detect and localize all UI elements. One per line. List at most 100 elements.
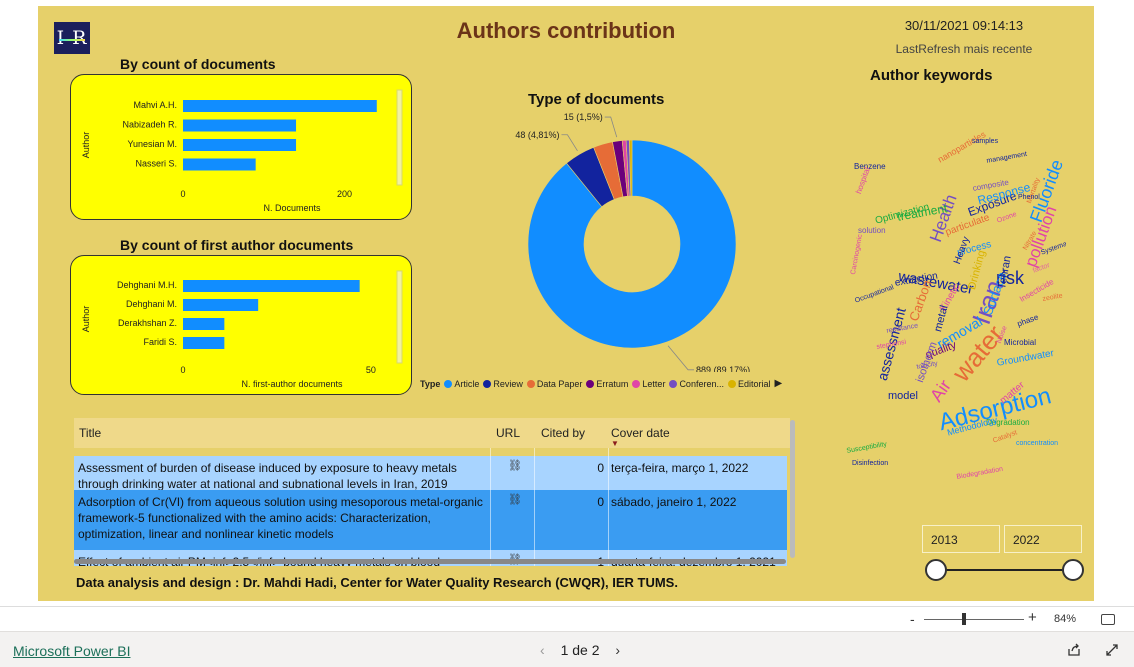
document-type-donut[interactable]: 889 (89,17%) 48 (4,81%) 15 (1,5%) xyxy=(468,110,798,372)
year-end-input[interactable]: 2022 xyxy=(1004,525,1082,553)
page-navigator: ‹ 1 de 2 › xyxy=(540,642,620,658)
fit-to-page-icon[interactable] xyxy=(1101,614,1115,625)
table-row[interactable]: Assessment of burden of disease induced … xyxy=(74,456,787,491)
zoom-bar: - + 84% xyxy=(0,606,1134,631)
category-label: Mahvi A.H. xyxy=(133,100,177,110)
table-row[interactable]: Adsorption of Cr(VI) from aqueous soluti… xyxy=(74,490,787,550)
share-icon[interactable] xyxy=(1067,643,1081,657)
keyword[interactable]: Susceptibility xyxy=(846,441,887,455)
bar[interactable] xyxy=(183,337,225,349)
keyword[interactable]: Catalyst xyxy=(992,429,1018,444)
chart-scrollbar[interactable] xyxy=(396,270,403,364)
by-first-author-chart: Author Dehghani M.H. Dehghani M. Derakhshan… xyxy=(81,270,403,389)
legend-item[interactable]: Conferen... xyxy=(669,379,724,389)
category-label: Nabizadeh R. xyxy=(122,120,177,130)
zoom-slider-track[interactable] xyxy=(924,619,1024,620)
legend-item[interactable]: Data Paper xyxy=(526,378,583,389)
keyword[interactable]: management xyxy=(986,151,1027,165)
next-page-icon[interactable]: › xyxy=(615,642,620,658)
year-slider-start-handle[interactable] xyxy=(925,559,947,581)
row-cited-by: 0 xyxy=(597,461,604,475)
keyword[interactable]: Occupational xyxy=(854,284,895,305)
col-title-header[interactable]: Title xyxy=(79,426,101,440)
keyword[interactable]: Carcinogenic xyxy=(850,234,864,275)
keyword[interactable]: Health xyxy=(926,192,962,245)
keyword[interactable]: Disinfection xyxy=(852,460,888,467)
table-horizontal-scrollbar[interactable] xyxy=(74,559,786,564)
category-label: Dehghani M.H. xyxy=(117,280,177,290)
chart-scrollbar[interactable] xyxy=(396,89,403,186)
bar[interactable] xyxy=(183,318,225,330)
bar[interactable] xyxy=(183,119,297,132)
bar[interactable] xyxy=(183,139,297,151)
keyword[interactable]: Air xyxy=(926,376,956,406)
legend-item[interactable]: Editorial xyxy=(727,379,770,389)
bar[interactable] xyxy=(183,280,360,292)
col-url-header[interactable]: URL xyxy=(496,426,520,440)
category-label: Dehghani M. xyxy=(126,299,177,309)
table-vertical-scrollbar[interactable] xyxy=(790,420,795,558)
legend-title: Type xyxy=(420,378,441,389)
keyword[interactable]: Biodegradation xyxy=(956,466,1004,481)
report-canvas: I R Authors contribution 30/11/2021 09:1… xyxy=(38,6,1094,601)
x-axis-label: N. first-author documents xyxy=(241,379,343,389)
year-slider-end-handle[interactable] xyxy=(1062,559,1084,581)
keyword[interactable]: samples xyxy=(972,138,998,145)
x-tick-label: 0 xyxy=(180,365,185,375)
y-axis-label: Author xyxy=(81,132,91,159)
refresh-datetime: 30/11/2021 09:14:13 xyxy=(904,18,1024,33)
data-label: 48 (4,81%) xyxy=(515,130,559,140)
category-label: Nasseri S. xyxy=(135,159,177,169)
x-tick-label: 50 xyxy=(366,365,376,375)
power-bi-link[interactable]: Microsoft Power BI xyxy=(13,643,130,659)
sort-descending-icon: ▼ xyxy=(611,439,619,448)
col-cited-header[interactable]: Cited by xyxy=(541,426,585,440)
keyword[interactable]: phase xyxy=(1016,313,1040,329)
data-label: 15 (1,5%) xyxy=(564,112,603,122)
fullscreen-icon[interactable] xyxy=(1105,643,1119,657)
col-divider xyxy=(608,448,609,566)
keywords-wordcloud[interactable]: Adsorption water Iran risk Fluoride pollution… xyxy=(846,98,1066,488)
link-icon[interactable]: ⛓ xyxy=(508,492,522,508)
by-first-author-title: By count of first author documents xyxy=(120,237,354,253)
by-first-author-card[interactable]: Author Dehghani M.H. Dehghani M. Derakhshan… xyxy=(70,255,412,395)
legend-next-icon[interactable]: ▶ xyxy=(774,378,782,389)
row-title: Assessment of burden of disease induced … xyxy=(78,461,457,491)
legend-swatch xyxy=(444,379,453,388)
keyword[interactable]: zeolite xyxy=(1042,292,1063,302)
keyword[interactable]: Microbial xyxy=(1004,338,1036,347)
bar[interactable] xyxy=(183,100,377,112)
by-count-card[interactable]: Author Mahvi A.H. Nabizadeh R. Yunesian M. N… xyxy=(70,74,412,220)
link-icon[interactable]: ⛓ xyxy=(508,458,522,474)
legend-label: Review xyxy=(493,378,523,389)
last-refresh-label: LastRefresh mais recente xyxy=(895,42,1033,56)
legend-swatch xyxy=(669,379,678,388)
legend-item[interactable]: Review xyxy=(483,379,523,389)
data-label-leader xyxy=(667,345,695,371)
legend-item[interactable]: Letter xyxy=(632,379,665,389)
category-label: Faridi S. xyxy=(143,337,177,347)
row-cited-by: 0 xyxy=(597,495,604,509)
zoom-out-button[interactable]: - xyxy=(910,611,915,627)
row-title: Adsorption of Cr(VI) from aqueous soluti… xyxy=(78,495,483,541)
bar[interactable] xyxy=(183,158,256,171)
keyword[interactable]: Ozone xyxy=(996,211,1018,225)
zoom-slider-thumb[interactable] xyxy=(962,613,966,625)
prev-page-icon[interactable]: ‹ xyxy=(540,642,545,658)
keyword[interactable]: concentration xyxy=(1016,440,1058,447)
year-slider-track[interactable] xyxy=(936,569,1073,571)
legend-swatch xyxy=(727,379,736,388)
col-date-header[interactable]: ▼ Cover date xyxy=(611,426,670,448)
bar[interactable] xyxy=(183,299,259,311)
keyword[interactable]: nanoparticles xyxy=(936,129,987,164)
category-label: Yunesian M. xyxy=(127,139,177,149)
legend-item[interactable]: Article xyxy=(444,379,479,389)
year-start-input[interactable]: 2013 xyxy=(922,525,1000,553)
legend-label: Data Paper xyxy=(536,378,583,389)
keyword[interactable]: model xyxy=(888,390,918,402)
legend-item[interactable]: Erratum xyxy=(586,379,628,389)
table-header: Title URL Cited by ▼ Cover date xyxy=(74,418,790,448)
keyword[interactable]: Phenol xyxy=(1018,194,1040,201)
zoom-in-button[interactable]: + xyxy=(1028,609,1037,626)
keyword[interactable]: Groundwater xyxy=(996,348,1055,369)
